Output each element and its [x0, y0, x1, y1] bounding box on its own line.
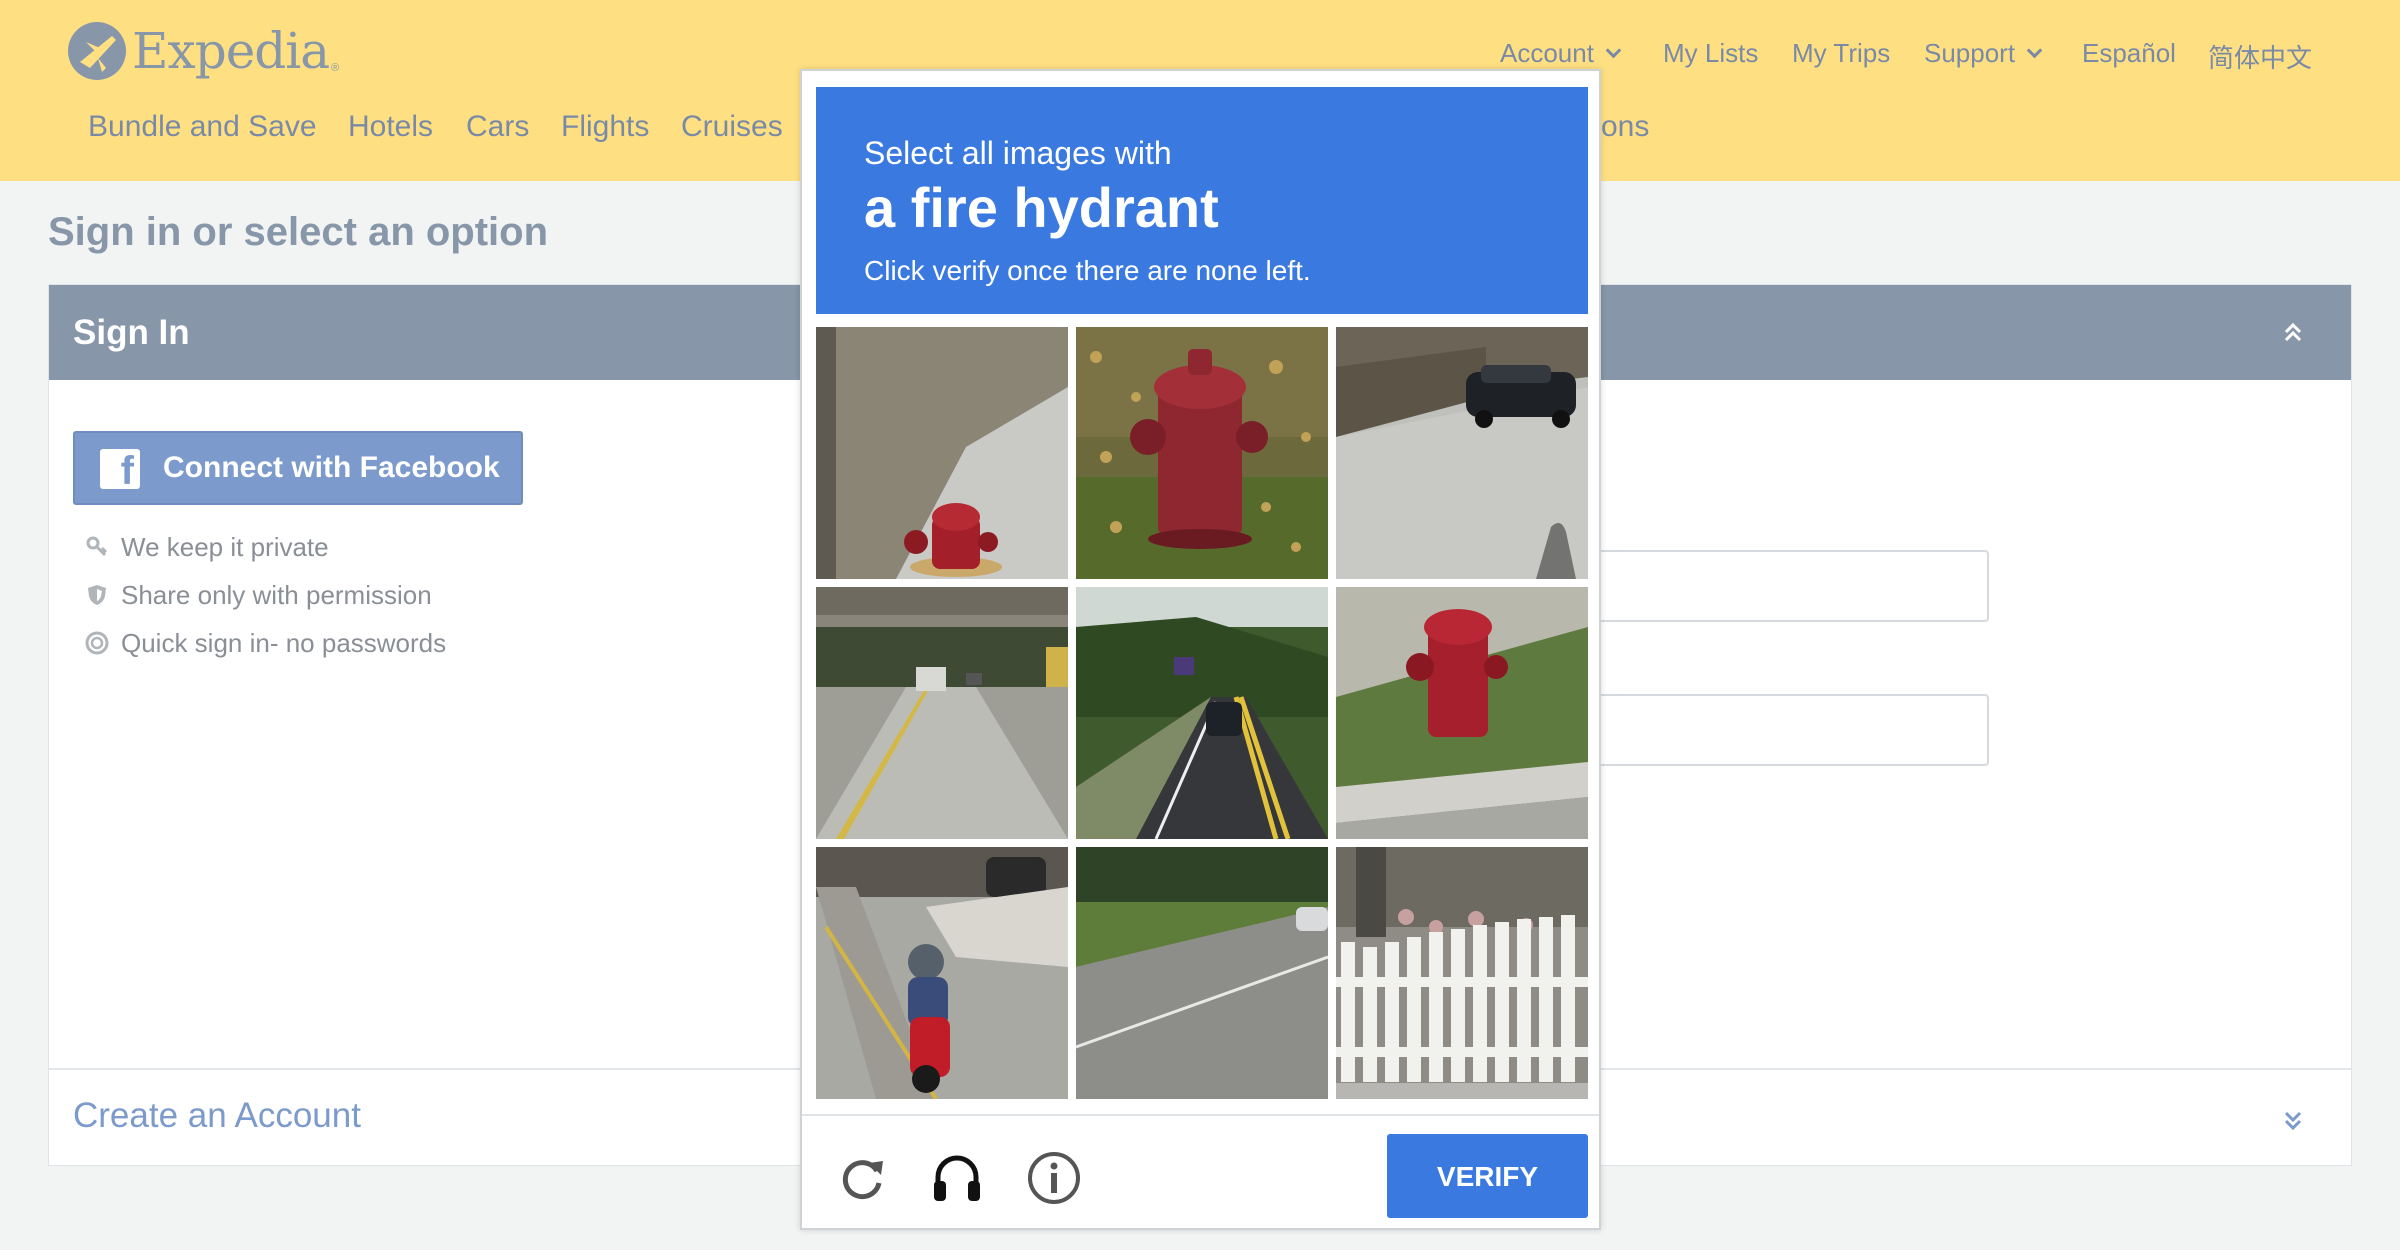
parked-car-image — [1336, 327, 1588, 579]
account-label: Account — [1500, 38, 1594, 68]
brand-trademark: ® — [331, 62, 340, 74]
picket-fence-image — [1336, 847, 1588, 1099]
facebook-icon: f — [100, 449, 140, 491]
connect-facebook-button[interactable]: f Connect with Facebook — [73, 431, 523, 505]
expedia-logo[interactable]: Expedia ® — [68, 22, 339, 80]
nav-bundle-and-save[interactable]: Bundle and Save — [88, 110, 317, 144]
clock-icon — [85, 631, 109, 655]
fire-hydrant-image — [816, 327, 1068, 579]
captcha-tile-7[interactable] — [816, 847, 1068, 1099]
nav-cars[interactable]: Cars — [466, 110, 529, 144]
email-field[interactable] — [1549, 550, 1989, 622]
fire-hydrant-image — [1076, 327, 1328, 579]
chevron-down-icon — [1605, 42, 1622, 59]
captcha-target: a fire hydrant — [864, 176, 1219, 239]
perk-permission: Share only with permission — [85, 579, 432, 611]
utility-nav: Account My Lists My Trips Support Españo… — [1500, 38, 2330, 75]
captcha-prompt: Select all images with a fire hydrant Cl… — [816, 87, 1588, 314]
shield-icon — [88, 585, 106, 605]
verify-label: VERIFY — [1436, 1161, 1539, 1192]
perk-label: Share only with permission — [121, 579, 432, 610]
captcha-hint: Click verify once there are none left. — [864, 255, 1311, 286]
captcha-tile-6[interactable] — [1336, 587, 1588, 839]
road-image — [816, 587, 1068, 839]
motorcycle-image — [816, 847, 1068, 1099]
nav-hotels[interactable]: Hotels — [348, 110, 433, 144]
headphones-icon[interactable] — [930, 1151, 984, 1205]
verify-button[interactable]: VERIFY — [1387, 1134, 1588, 1218]
perk-label: Quick sign in- no passwords — [121, 627, 447, 658]
expand-icon[interactable] — [2283, 1108, 2303, 1132]
account-menu[interactable]: Account — [1500, 38, 1622, 69]
captcha-tile-5[interactable] — [1076, 587, 1328, 839]
captcha-tile-3[interactable] — [1336, 327, 1588, 579]
perk-private: We keep it private — [85, 531, 329, 563]
captcha-instruction: Select all images with — [864, 135, 1172, 171]
support-label: Support — [1924, 38, 2016, 68]
nav-flights[interactable]: Flights — [561, 110, 649, 144]
chinese-link[interactable]: 简体中文 — [2208, 38, 2312, 75]
nav-partial-item[interactable]: ons — [1601, 110, 1649, 144]
captcha-tile-4[interactable] — [816, 587, 1068, 839]
my-trips-link[interactable]: My Trips — [1792, 38, 1890, 69]
perk-label: We keep it private — [121, 531, 329, 562]
chevron-down-icon — [2026, 42, 2043, 59]
collapse-icon[interactable] — [2283, 321, 2303, 345]
my-lists-link[interactable]: My Lists — [1663, 38, 1758, 69]
brand-name: Expedia — [132, 22, 330, 80]
espanol-link[interactable]: Español — [2082, 38, 2176, 69]
road-car-image — [1076, 587, 1328, 839]
fire-hydrant-image — [1336, 587, 1588, 839]
road-image — [1076, 847, 1328, 1099]
support-menu[interactable]: Support — [1924, 38, 2043, 69]
captcha-tile-8[interactable] — [1076, 847, 1328, 1099]
info-icon[interactable] — [1027, 1151, 1081, 1205]
captcha-tile-2[interactable] — [1076, 327, 1328, 579]
captcha-tile-9[interactable] — [1336, 847, 1588, 1099]
captcha-tile-1[interactable] — [816, 327, 1068, 579]
key-icon — [86, 536, 108, 557]
reload-icon[interactable] — [835, 1151, 889, 1205]
facebook-button-label: Connect with Facebook — [163, 451, 500, 484]
perk-quick-sign-in: Quick sign in- no passwords — [85, 627, 446, 659]
nav-cruises[interactable]: Cruises — [681, 110, 783, 144]
page-title: Sign in or select an option — [48, 210, 549, 254]
plane-logo-icon — [68, 22, 126, 80]
captcha-footer-divider — [802, 1114, 1599, 1116]
password-field[interactable] — [1549, 694, 1989, 766]
sign-in-title: Sign In — [73, 313, 190, 352]
create-account-link[interactable]: Create an Account — [73, 1096, 361, 1136]
captcha-dialog: Select all images with a fire hydrant Cl… — [800, 69, 1601, 1230]
